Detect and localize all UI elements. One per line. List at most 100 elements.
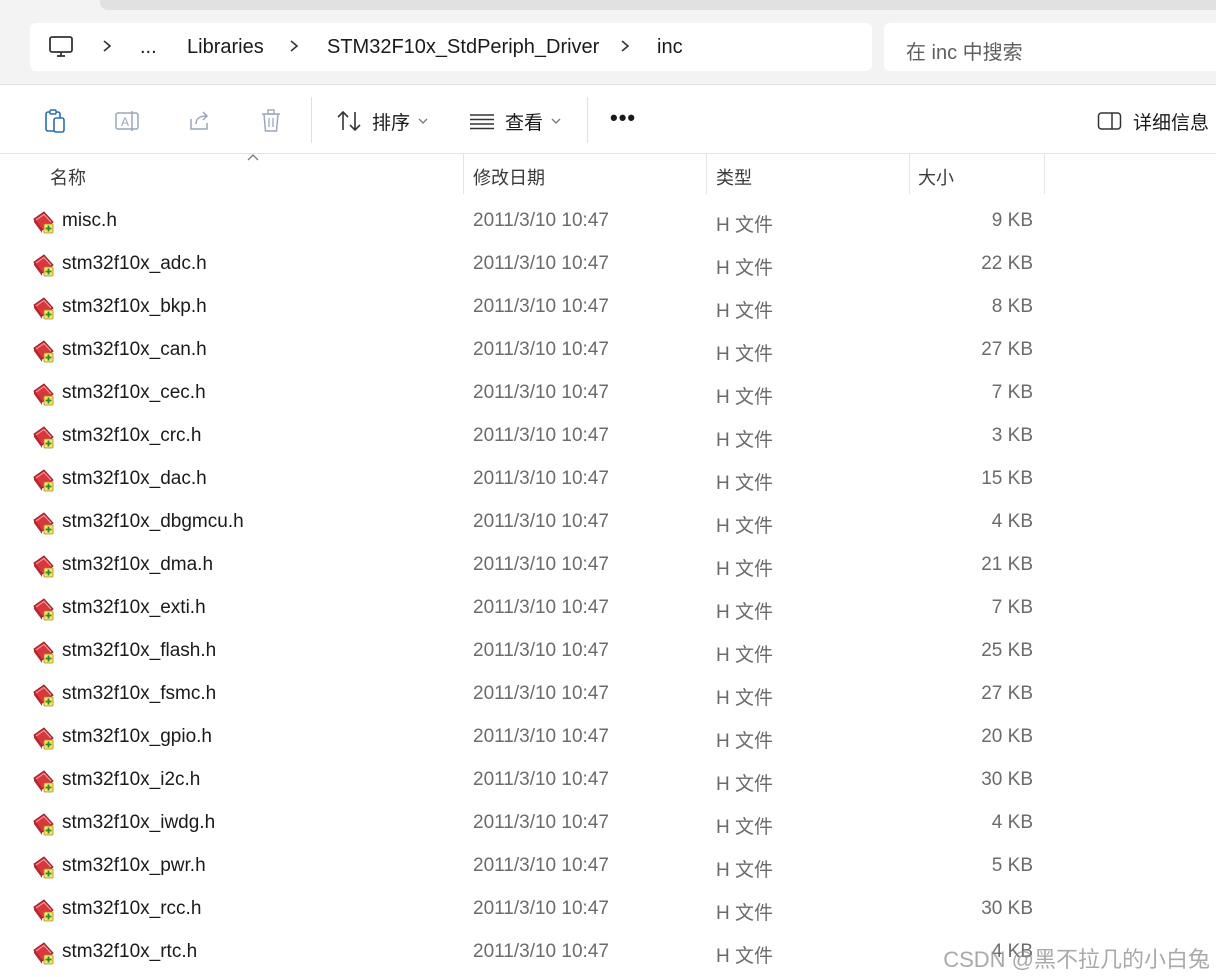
file-date: 2011/3/10 10:47	[473, 769, 609, 790]
search-input[interactable]: 在 inc 中搜索	[884, 23, 1216, 71]
more-options-button[interactable]: •••	[610, 105, 636, 131]
address-bar[interactable]: ... Libraries STM32F10x_StdPeriph_Driver…	[30, 23, 872, 71]
file-row[interactable]: stm32f10x_i2c.h 2011/3/10 10:47 H 文件 30 KB	[0, 759, 1216, 802]
file-row[interactable]: stm32f10x_dma.h 2011/3/10 10:47 H 文件 21 KB	[0, 544, 1216, 587]
h-file-icon	[33, 555, 54, 578]
file-size: 4 KB	[991, 511, 1033, 532]
file-name: stm32f10x_i2c.h	[62, 769, 201, 790]
column-header-date[interactable]: 修改日期	[473, 154, 703, 194]
details-pane-button[interactable]: 详细信息	[1097, 107, 1209, 135]
file-size: 22 KB	[981, 253, 1033, 274]
h-file-icon	[33, 512, 54, 535]
column-header-type[interactable]: 类型	[716, 154, 906, 194]
column-header-name[interactable]: 名称	[50, 154, 460, 194]
file-size: 25 KB	[981, 640, 1033, 661]
breadcrumb-stdperiph-driver[interactable]: STM32F10x_StdPeriph_Driver	[327, 36, 599, 59]
file-date: 2011/3/10 10:47	[473, 855, 609, 876]
sort-icon	[337, 110, 361, 132]
file-date: 2011/3/10 10:47	[473, 468, 609, 489]
file-type: H 文件	[716, 430, 774, 451]
file-name: stm32f10x_can.h	[62, 339, 207, 360]
details-label: 详细信息	[1133, 112, 1210, 134]
file-type: H 文件	[716, 688, 774, 709]
file-type: H 文件	[716, 559, 774, 580]
file-date: 2011/3/10 10:47	[473, 597, 609, 618]
file-date: 2011/3/10 10:47	[473, 210, 609, 231]
file-row[interactable]: stm32f10x_pwr.h 2011/3/10 10:47 H 文件 5 KB	[0, 845, 1216, 888]
file-row[interactable]: stm32f10x_rcc.h 2011/3/10 10:47 H 文件 30 KB	[0, 888, 1216, 931]
file-name: stm32f10x_bkp.h	[62, 296, 207, 317]
column-divider[interactable]	[706, 154, 707, 194]
file-row[interactable]: stm32f10x_flash.h 2011/3/10 10:47 H 文件 25 K…	[0, 630, 1216, 673]
chevron-down-icon	[418, 118, 428, 124]
toolbar-divider	[311, 97, 312, 143]
h-file-icon	[33, 770, 54, 793]
file-name: stm32f10x_iwdg.h	[62, 812, 216, 833]
view-button[interactable]: 查看	[469, 107, 561, 135]
file-row[interactable]: stm32f10x_dac.h 2011/3/10 10:47 H 文件 15 KB	[0, 458, 1216, 501]
sort-button[interactable]: 排序	[336, 107, 428, 135]
file-date: 2011/3/10 10:47	[473, 898, 609, 919]
clipboard-icon[interactable]	[42, 107, 70, 135]
file-name: stm32f10x_crc.h	[62, 425, 202, 446]
h-file-icon	[33, 297, 54, 320]
file-name: stm32f10x_pwr.h	[62, 855, 206, 876]
file-type: H 文件	[716, 344, 774, 365]
view-label: 查看	[505, 112, 544, 134]
file-date: 2011/3/10 10:47	[473, 812, 609, 833]
h-file-icon	[33, 340, 54, 363]
column-header: 名称 修改日期 类型 大小	[0, 154, 1216, 194]
svg-text:A: A	[121, 115, 129, 129]
file-name: misc.h	[62, 210, 117, 231]
file-date: 2011/3/10 10:47	[473, 683, 609, 704]
address-region: ... Libraries STM32F10x_StdPeriph_Driver…	[0, 0, 1216, 84]
h-file-icon	[33, 684, 54, 707]
column-header-size[interactable]: 大小	[918, 154, 1043, 194]
file-date: 2011/3/10 10:47	[473, 296, 609, 317]
file-type: H 文件	[716, 516, 774, 537]
file-row[interactable]: stm32f10x_bkp.h 2011/3/10 10:47 H 文件 8 KB	[0, 286, 1216, 329]
file-row[interactable]: stm32f10x_crc.h 2011/3/10 10:47 H 文件 3 KB	[0, 415, 1216, 458]
column-divider[interactable]	[1044, 154, 1045, 194]
search-placeholder: 在 inc 中搜索	[906, 42, 1023, 64]
file-type: H 文件	[716, 774, 774, 795]
trash-icon[interactable]	[257, 107, 285, 135]
file-row[interactable]: stm32f10x_fsmc.h 2011/3/10 10:47 H 文件 27 KB	[0, 673, 1216, 716]
file-name: stm32f10x_rtc.h	[62, 941, 198, 962]
file-type: H 文件	[716, 903, 774, 924]
file-row[interactable]: stm32f10x_adc.h 2011/3/10 10:47 H 文件 22 KB	[0, 243, 1216, 286]
toolbar-divider	[587, 97, 588, 143]
h-file-icon	[33, 942, 54, 965]
file-size: 7 KB	[991, 597, 1033, 618]
breadcrumb-libraries[interactable]: Libraries	[187, 36, 264, 59]
rename-icon[interactable]: A	[113, 107, 141, 135]
file-name: stm32f10x_dac.h	[62, 468, 207, 489]
h-file-icon	[33, 856, 54, 879]
computer-icon[interactable]	[48, 35, 74, 59]
file-name: stm32f10x_gpio.h	[62, 726, 212, 747]
file-date: 2011/3/10 10:47	[473, 640, 609, 661]
share-icon[interactable]	[186, 107, 214, 135]
file-row[interactable]: stm32f10x_can.h 2011/3/10 10:47 H 文件 27 KB	[0, 329, 1216, 372]
h-file-icon	[33, 383, 54, 406]
file-date: 2011/3/10 10:47	[473, 339, 609, 360]
file-row[interactable]: stm32f10x_iwdg.h 2011/3/10 10:47 H 文件 4 KB	[0, 802, 1216, 845]
file-row[interactable]: stm32f10x_dbgmcu.h 2011/3/10 10:47 H 文件 4 K…	[0, 501, 1216, 544]
file-size: 15 KB	[981, 468, 1033, 489]
file-row[interactable]: misc.h 2011/3/10 10:47 H 文件 9 KB	[0, 200, 1216, 243]
file-size: 27 KB	[981, 339, 1033, 360]
breadcrumb-overflow[interactable]: ...	[140, 36, 157, 59]
column-divider[interactable]	[909, 154, 910, 194]
file-row[interactable]: stm32f10x_exti.h 2011/3/10 10:47 H 文件 7 KB	[0, 587, 1216, 630]
file-row[interactable]: stm32f10x_cec.h 2011/3/10 10:47 H 文件 7 KB	[0, 372, 1216, 415]
file-size: 30 KB	[981, 898, 1033, 919]
file-type: H 文件	[716, 473, 774, 494]
h-file-icon	[33, 469, 54, 492]
chevron-down-icon	[551, 118, 561, 124]
h-file-icon	[33, 426, 54, 449]
file-row[interactable]: stm32f10x_gpio.h 2011/3/10 10:47 H 文件 20 KB	[0, 716, 1216, 759]
column-divider[interactable]	[463, 154, 464, 194]
file-size: 4 KB	[991, 812, 1033, 833]
file-size: 20 KB	[981, 726, 1033, 747]
breadcrumb-inc[interactable]: inc	[657, 36, 683, 59]
